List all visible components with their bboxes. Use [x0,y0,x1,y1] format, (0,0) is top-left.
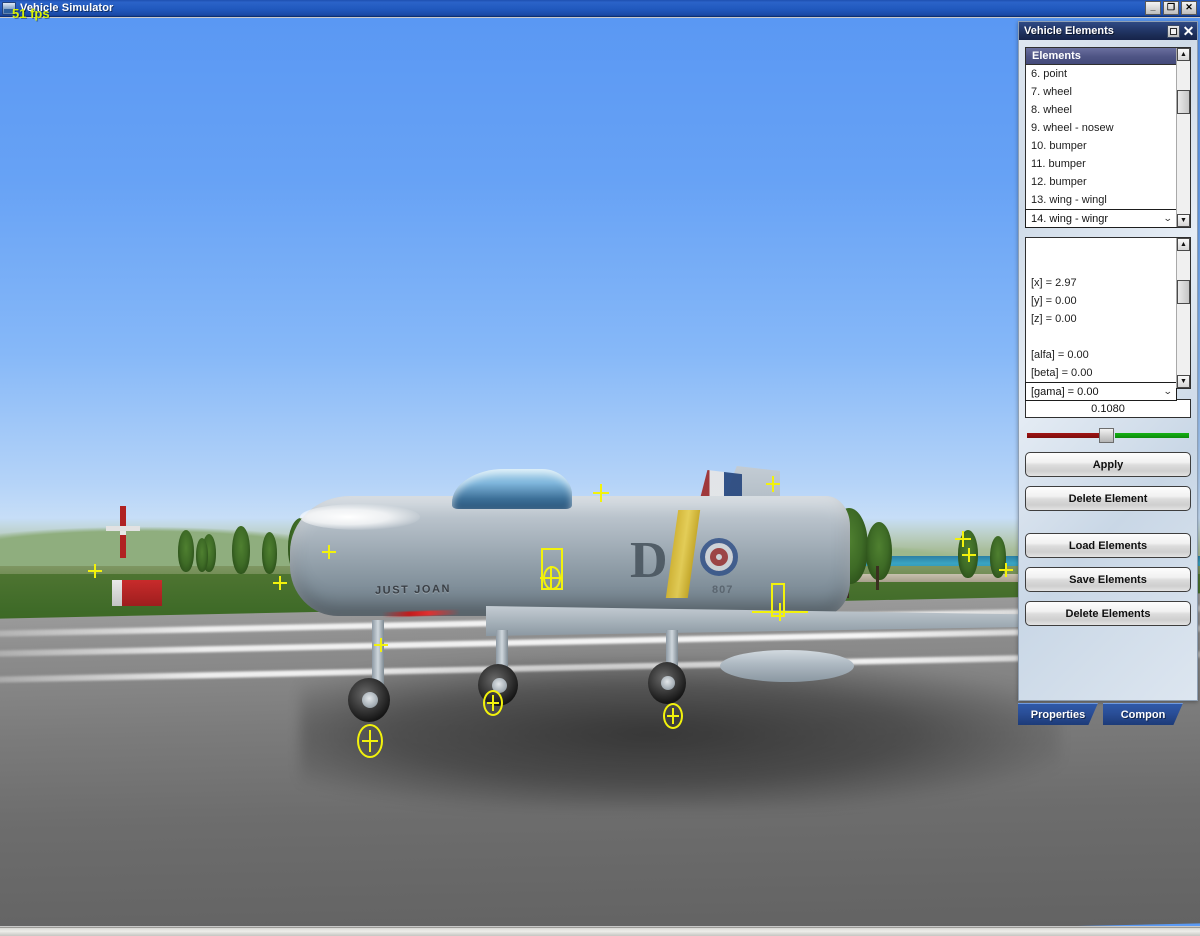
delete-element-button[interactable]: Delete Element [1025,486,1191,511]
nose-gear-leg [372,620,384,686]
raf-roundel [700,538,738,576]
minimize-button[interactable]: _ [1145,1,1161,15]
close-icon: ✕ [1185,3,1193,12]
value-text: 0.1080 [1091,403,1125,415]
nose-highlight [300,504,420,530]
main-wing [486,606,1026,636]
list-item[interactable]: [beta] = 0.00 [1026,364,1176,382]
list-item[interactable] [1026,238,1176,256]
value-input[interactable]: 0.1080 [1025,399,1191,418]
save-elements-button[interactable]: Save Elements [1025,567,1191,592]
list-item[interactable]: 9. wheel - nosew [1026,119,1176,137]
list-item[interactable]: 7. wheel [1026,83,1176,101]
close-icon: ✕ [1183,24,1195,38]
scroll-down-button[interactable]: ▼ [1177,214,1190,227]
right-main-wheel-hub [661,676,675,690]
elements-selected-combobox[interactable]: 14. wing - wingr ⌄ [1025,209,1177,228]
list-item[interactable]: [x] = 2.97 [1026,274,1176,292]
arrow-down-icon: ▼ [1180,217,1187,224]
list-item[interactable]: 6. point [1026,65,1176,83]
list-item[interactable]: [y] = 0.00 [1026,292,1176,310]
list-item[interactable]: 12. bumper [1026,173,1176,191]
properties-list-items: [x] = 2.97 [y] = 0.00 [z] = 0.00 [alfa] … [1026,238,1176,388]
arrow-up-icon: ▲ [1180,51,1187,58]
properties-selected-combobox[interactable]: [gama] = 0.00 ⌄ [1025,382,1177,401]
delete-elements-button[interactable]: Delete Elements [1025,601,1191,626]
properties-list-scrollbar[interactable]: ▲ ▼ [1176,238,1190,388]
apply-button[interactable]: Apply [1025,452,1191,477]
panel-window-controls: ✕ [1167,25,1197,38]
elements-list-items: Elements 6. point 7. wheel 8. wheel 9. w… [1026,48,1176,227]
panel-tab-bar: Properties Compon [1018,703,1200,725]
list-item[interactable]: 8. wheel [1026,101,1176,119]
properties-listbox[interactable]: [x] = 2.97 [y] = 0.00 [z] = 0.00 [alfa] … [1025,237,1191,389]
panel-title: Vehicle Elements [1024,22,1114,40]
window-bottom-edge [0,927,1200,936]
restore-button[interactable]: ❐ [1163,1,1179,15]
tab-components[interactable]: Compon [1103,703,1183,725]
delete-elements-button-label: Delete Elements [1066,608,1151,620]
nose-art-text: JUST JOAN [375,583,451,597]
properties-selected-label: [gama] = 0.00 [1031,386,1099,398]
load-elements-button-label: Load Elements [1069,540,1147,552]
application-window: Vehicle Simulator _ ❐ ✕ [0,0,1200,936]
fps-counter: 51 fps [12,6,50,21]
close-button[interactable]: ✕ [1181,1,1197,15]
list-item[interactable] [1026,256,1176,274]
arrow-down-icon: ▼ [1180,378,1187,385]
elements-list-scrollbar[interactable]: ▲ ▼ [1176,48,1190,227]
list-item[interactable]: 10. bumper [1026,137,1176,155]
slider-track-positive [1115,433,1189,438]
cockpit-canopy [452,469,572,509]
chevron-down-icon: ⌄ [1163,213,1173,224]
panel-titlebar[interactable]: Vehicle Elements ✕ [1019,22,1197,40]
left-main-wheel-hub [492,678,507,693]
window-titlebar[interactable]: Vehicle Simulator _ ❐ ✕ [0,0,1200,17]
chevron-down-icon: ⌄ [1163,386,1173,397]
elements-selected-label: 14. wing - wingr [1031,213,1108,225]
scroll-up-button[interactable]: ▲ [1177,238,1190,251]
list-item[interactable]: [alfa] = 0.00 [1026,346,1176,364]
list-item[interactable]: 11. bumper [1026,155,1176,173]
scroll-down-button[interactable]: ▼ [1177,375,1190,388]
scrollbar-thumb[interactable] [1177,280,1190,304]
list-item[interactable]: [z] = 0.00 [1026,310,1176,328]
panel-body: Elements 6. point 7. wheel 8. wheel 9. w… [1019,40,1197,626]
nose-wheel-hub [362,692,378,708]
maximize-icon [1170,28,1177,35]
scrollbar-thumb[interactable] [1177,90,1190,114]
tab-properties[interactable]: Properties [1018,703,1098,725]
arrow-up-icon: ▲ [1180,241,1187,248]
drop-tank [720,650,854,682]
elements-list-header: Elements [1026,48,1176,65]
tab-properties-label: Properties [1031,709,1085,721]
apply-button-label: Apply [1093,459,1124,471]
list-item[interactable] [1026,328,1176,346]
panel-maximize-button[interactable] [1167,25,1180,38]
load-elements-button[interactable]: Load Elements [1025,533,1191,558]
scroll-up-button[interactable]: ▲ [1177,48,1190,61]
slider-track-negative [1027,433,1103,438]
elements-listbox[interactable]: Elements 6. point 7. wheel 8. wheel 9. w… [1025,47,1191,228]
aircraft-serial-number: 807 [712,584,733,596]
delete-element-button-label: Delete Element [1069,493,1148,505]
window-controls: _ ❐ ✕ [1145,1,1200,15]
value-slider[interactable] [1025,427,1191,443]
restore-icon: ❐ [1167,3,1175,12]
list-item[interactable]: 13. wing - wingl [1026,191,1176,209]
tab-components-label: Compon [1121,709,1166,721]
fuselage-code-letter: D [630,535,668,587]
minimize-icon: _ [1150,3,1155,12]
vehicle-elements-panel: Vehicle Elements ✕ Elements 6. point 7. … [1018,21,1198,701]
panel-close-button[interactable]: ✕ [1182,25,1195,38]
save-elements-button-label: Save Elements [1069,574,1147,586]
slider-thumb[interactable] [1099,428,1114,443]
